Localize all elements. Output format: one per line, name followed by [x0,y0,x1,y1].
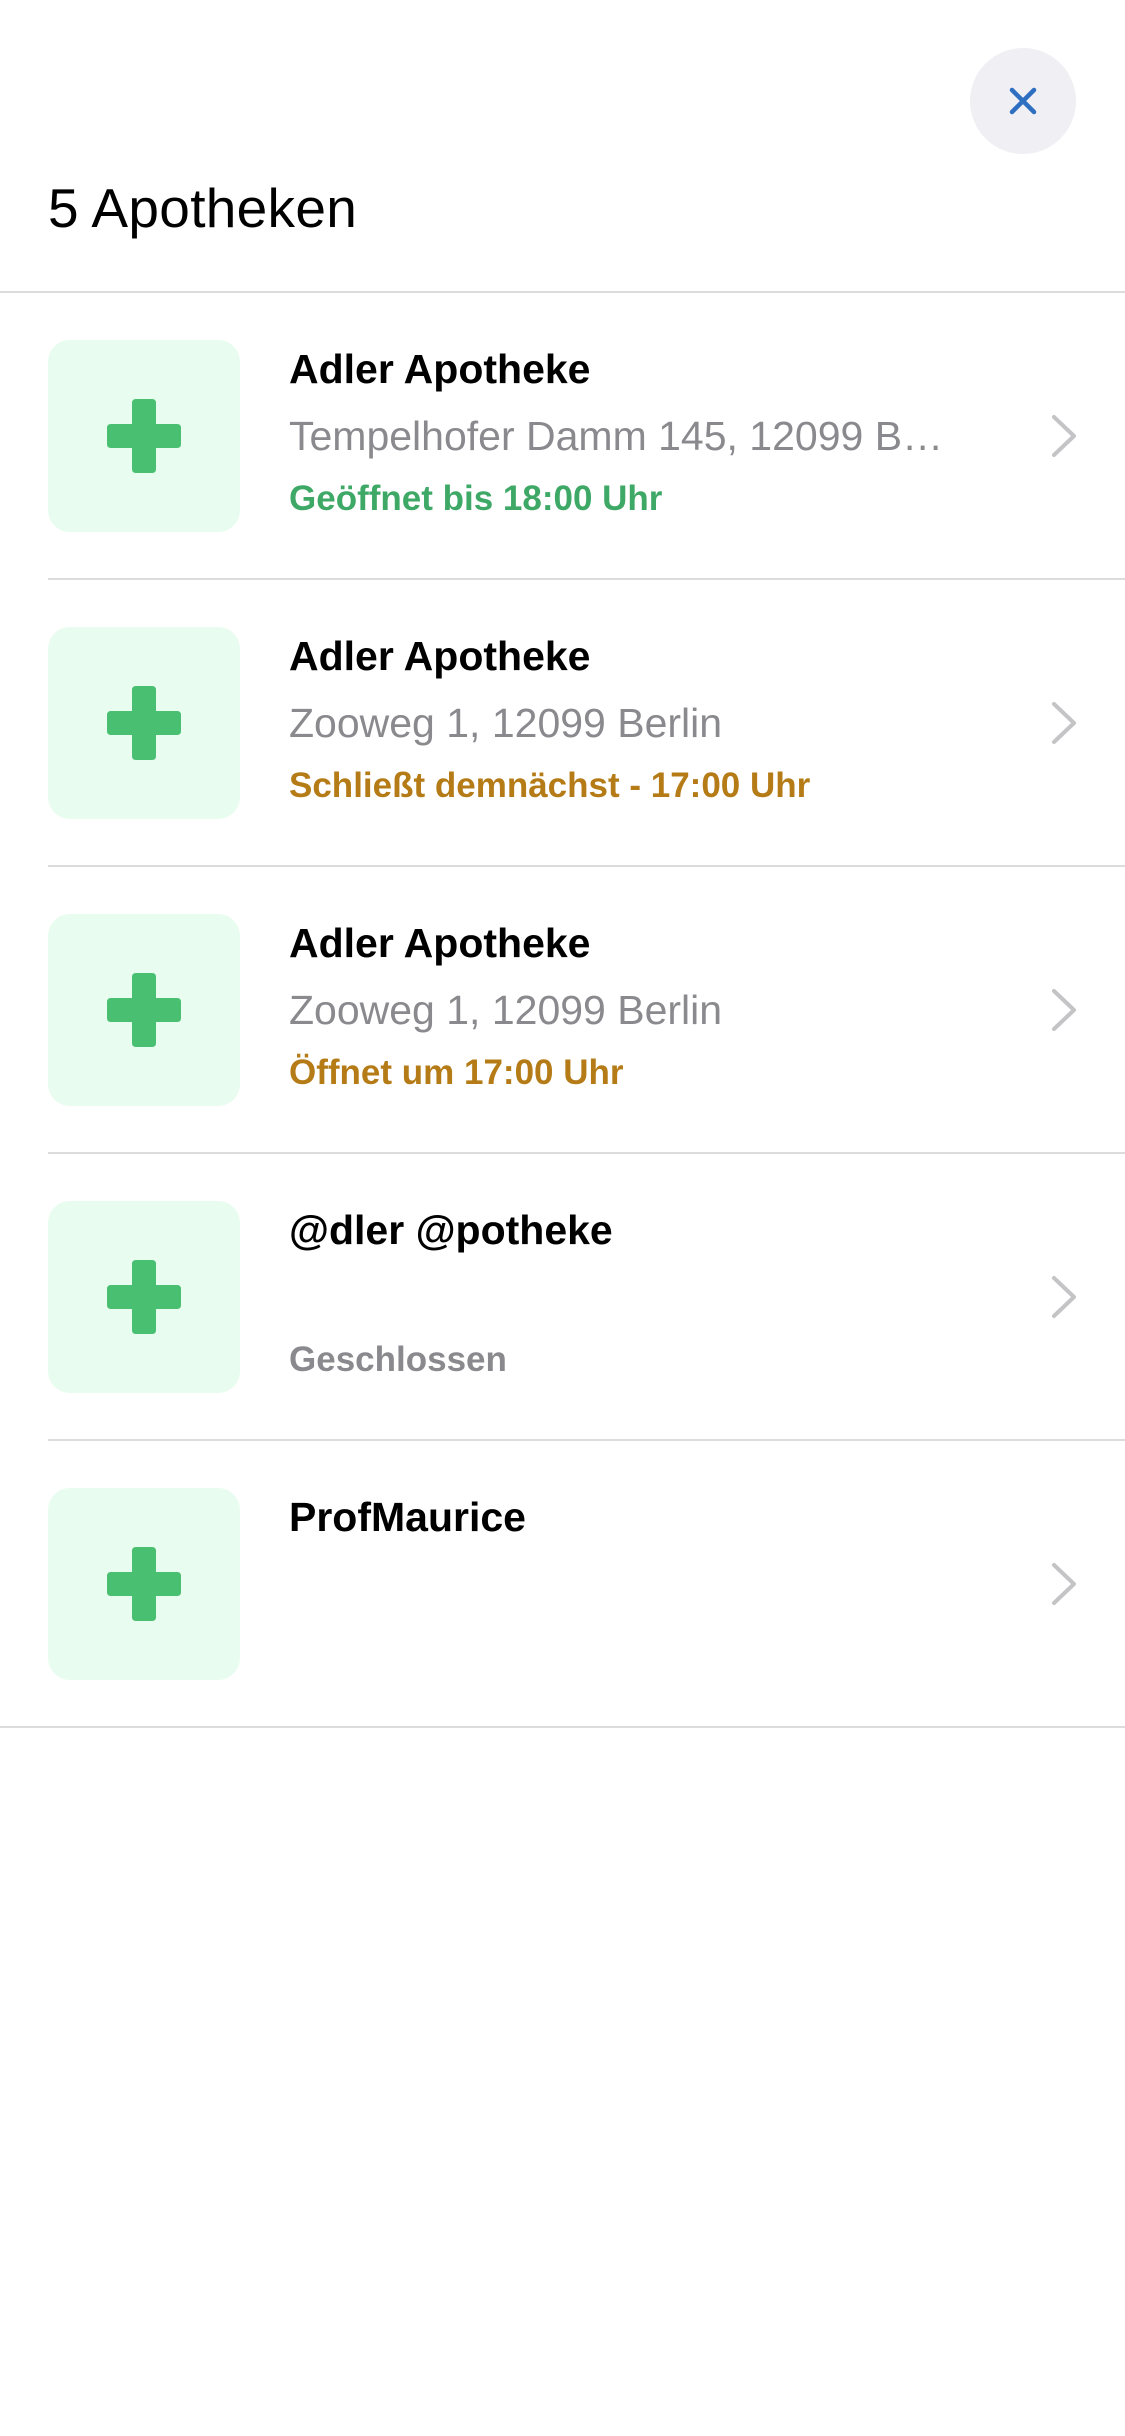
pharmacy-address: Zooweg 1, 12099 Berlin [289,987,723,1033]
chevron-right-icon [1052,1276,1076,1318]
pharmacy-name: Adler Apotheke [289,920,591,966]
pharmacy-thumbnail [48,340,240,532]
pharmacy-thumbnail [48,1488,240,1680]
pharmacy-list-item[interactable]: Adler Apotheke Tempelhofer Damm 145, 120… [0,293,1125,580]
pharmacy-list-item[interactable]: @dler @potheke Geschlossen [0,1154,1125,1441]
chevron-right-icon [1052,989,1076,1031]
chevron-right-icon [1052,1563,1076,1605]
pharmacy-address: Tempelhofer Damm 145, 12099 Berlin [289,413,949,459]
opening-status: Geschlossen [289,1340,507,1379]
pharmacy-name: ProfMaurice [289,1494,526,1540]
pharmacy-cross-icon [107,1260,181,1334]
opening-status: Geöffnet bis 18:00 Uhr [289,479,663,518]
opening-status: Schließt demnächst - 17:00 Uhr [289,766,811,805]
pharmacy-name: Adler Apotheke [289,346,591,392]
page-title: 5 Apotheken [48,177,358,239]
chevron-right-icon [1052,702,1076,744]
pharmacy-thumbnail [48,627,240,819]
pharmacy-cross-icon [107,399,181,473]
pharmacy-list-item[interactable]: Adler Apotheke Zooweg 1, 12099 Berlin Sc… [0,580,1125,867]
pharmacy-name: Adler Apotheke [289,633,591,679]
row-divider [0,1726,1125,1728]
opening-status: Öffnet um 17:00 Uhr [289,1053,624,1092]
pharmacy-list-item[interactable]: ProfMaurice [0,1441,1125,1728]
pharmacy-cross-icon [107,973,181,1047]
pharmacy-list-item[interactable]: Adler Apotheke Zooweg 1, 12099 Berlin Öf… [0,867,1125,1154]
pharmacy-address: Zooweg 1, 12099 Berlin [289,700,723,746]
pharmacy-cross-icon [107,1547,181,1621]
pharmacy-name: @dler @potheke [289,1207,613,1253]
pharmacy-thumbnail [48,1201,240,1393]
close-button[interactable] [970,48,1076,154]
pharmacy-cross-icon [107,686,181,760]
pharmacy-list: Adler Apotheke Tempelhofer Damm 145, 120… [0,293,1125,1728]
pharmacy-thumbnail [48,914,240,1106]
chevron-right-icon [1052,415,1076,457]
close-icon [1006,84,1040,118]
